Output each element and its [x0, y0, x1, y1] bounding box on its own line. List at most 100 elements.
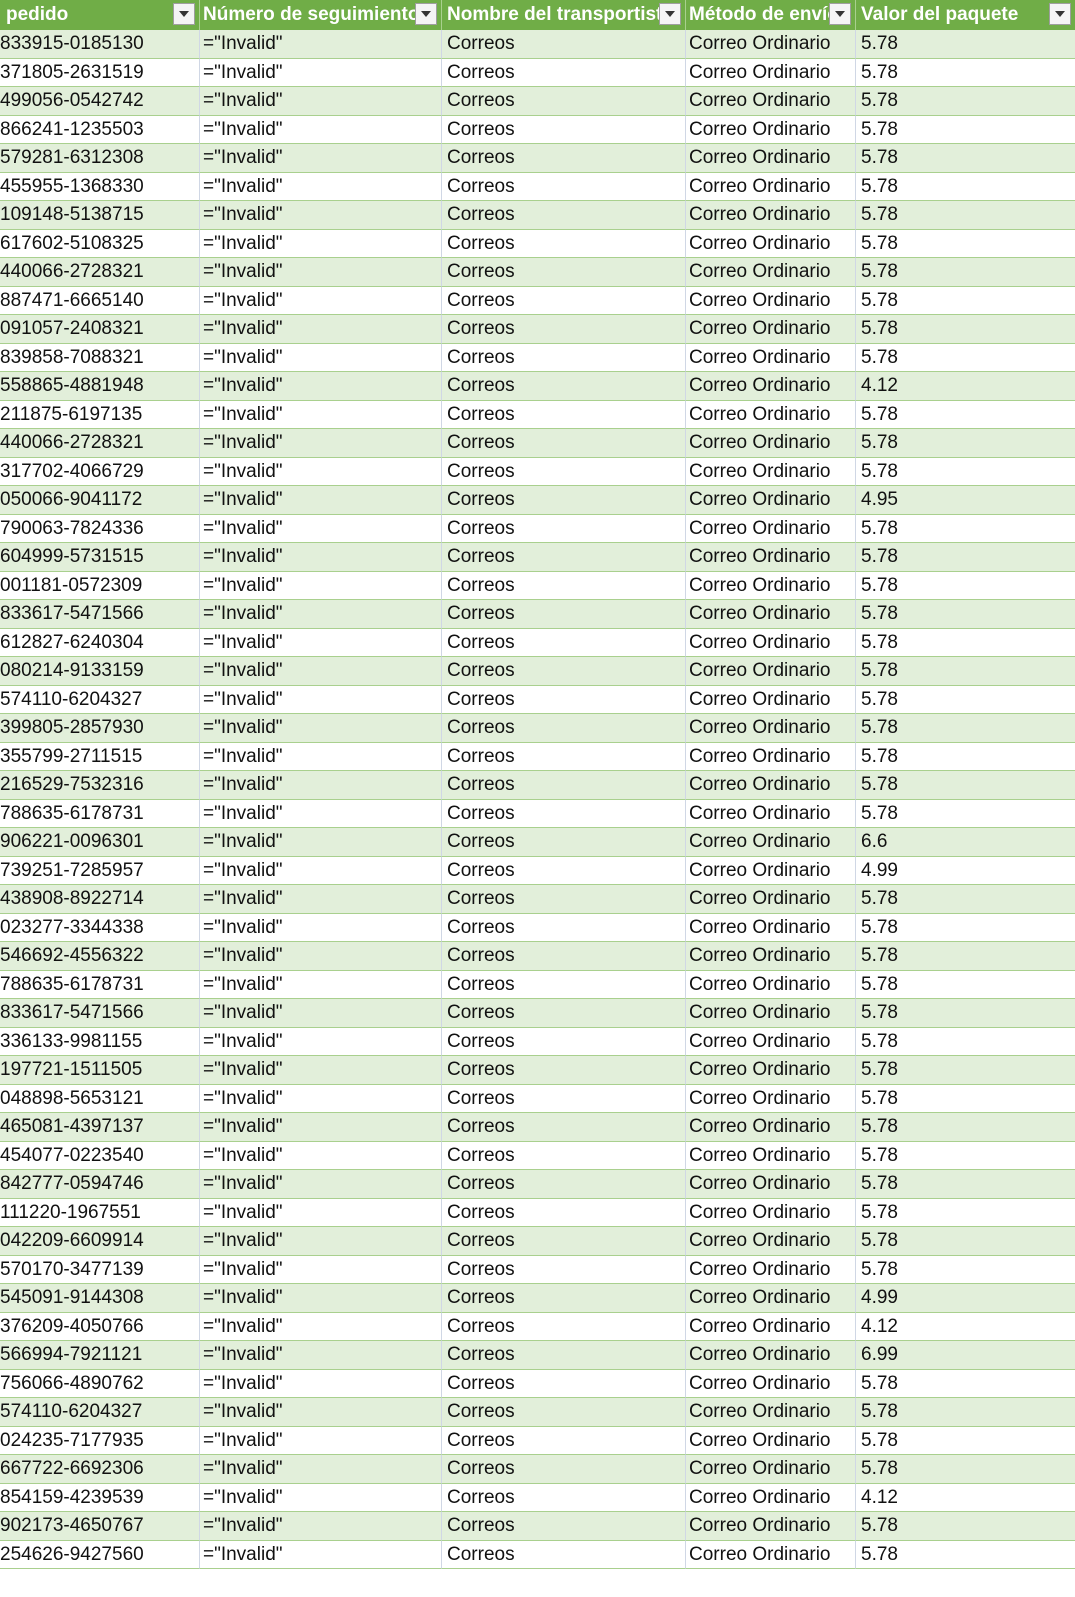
carrier-cell[interactable]: Correos — [442, 1027, 686, 1056]
order-cell[interactable]: 317702-4066729 — [0, 457, 200, 486]
carrier-cell[interactable]: Correos — [442, 1426, 686, 1455]
column-header-carrier-name[interactable]: Nombre del transportista — [442, 0, 686, 30]
carrier-cell[interactable]: Correos — [442, 543, 686, 572]
tracking-number-cell[interactable]: ="Invalid" — [200, 1198, 442, 1227]
package-value-cell[interactable]: 5.78 — [856, 1398, 1075, 1427]
order-cell[interactable]: 376209-4050766 — [0, 1312, 200, 1341]
tracking-number-cell[interactable]: ="Invalid" — [200, 828, 442, 857]
tracking-number-cell[interactable]: ="Invalid" — [200, 1540, 442, 1569]
order-cell[interactable]: 499056-0542742 — [0, 87, 200, 116]
package-value-cell[interactable]: 6.99 — [856, 1341, 1075, 1370]
package-value-cell[interactable]: 5.78 — [856, 1455, 1075, 1484]
tracking-number-cell[interactable]: ="Invalid" — [200, 201, 442, 230]
carrier-cell[interactable]: Correos — [442, 229, 686, 258]
package-value-cell[interactable]: 5.78 — [856, 401, 1075, 429]
carrier-cell[interactable]: Correos — [442, 1369, 686, 1398]
column-header-pedido[interactable]: pedido — [0, 0, 200, 30]
shipping-method-cell[interactable]: Correo Ordinario — [686, 657, 856, 686]
tracking-number-cell[interactable]: ="Invalid" — [200, 799, 442, 828]
carrier-cell[interactable]: Correos — [442, 828, 686, 857]
tracking-number-cell[interactable]: ="Invalid" — [200, 115, 442, 144]
carrier-cell[interactable]: Correos — [442, 286, 686, 315]
package-value-cell[interactable]: 4.99 — [856, 857, 1075, 885]
package-value-cell[interactable]: 5.78 — [856, 287, 1075, 315]
package-value-cell[interactable]: 5.78 — [856, 116, 1075, 144]
shipping-method-cell[interactable]: Correo Ordinario — [686, 685, 856, 714]
shipping-method-cell[interactable]: Correo Ordinario — [686, 600, 856, 629]
order-cell[interactable]: 211875-6197135 — [0, 400, 200, 429]
package-value-cell[interactable]: 5.78 — [856, 1142, 1075, 1170]
order-cell[interactable]: 833617-5471566 — [0, 600, 200, 629]
tracking-number-cell[interactable]: ="Invalid" — [200, 514, 442, 543]
tracking-number-cell[interactable]: ="Invalid" — [200, 400, 442, 429]
tracking-number-cell[interactable]: ="Invalid" — [200, 856, 442, 885]
package-value-cell[interactable]: 5.78 — [856, 344, 1075, 372]
order-cell[interactable]: 023277-3344338 — [0, 913, 200, 942]
carrier-cell[interactable]: Correos — [442, 1284, 686, 1313]
tracking-number-cell[interactable]: ="Invalid" — [200, 229, 442, 258]
tracking-number-cell[interactable]: ="Invalid" — [200, 742, 442, 771]
tracking-number-cell[interactable]: ="Invalid" — [200, 999, 442, 1028]
tracking-number-cell[interactable]: ="Invalid" — [200, 258, 442, 287]
carrier-cell[interactable]: Correos — [442, 799, 686, 828]
filter-dropdown-icon[interactable] — [829, 3, 851, 25]
carrier-cell[interactable]: Correos — [442, 1113, 686, 1142]
package-value-cell[interactable]: 5.78 — [856, 657, 1075, 686]
package-value-cell[interactable]: 5.78 — [856, 173, 1075, 201]
tracking-number-cell[interactable]: ="Invalid" — [200, 1512, 442, 1541]
tracking-number-cell[interactable]: ="Invalid" — [200, 1141, 442, 1170]
shipping-method-cell[interactable]: Correo Ordinario — [686, 913, 856, 942]
carrier-cell[interactable]: Correos — [442, 628, 686, 657]
order-cell[interactable]: 050066-9041172 — [0, 486, 200, 515]
order-cell[interactable]: 001181-0572309 — [0, 571, 200, 600]
carrier-cell[interactable]: Correos — [442, 315, 686, 344]
order-cell[interactable]: 371805-2631519 — [0, 58, 200, 87]
carrier-cell[interactable]: Correos — [442, 1198, 686, 1227]
package-value-cell[interactable]: 5.78 — [856, 1056, 1075, 1085]
filter-dropdown-icon[interactable] — [415, 3, 437, 25]
package-value-cell[interactable]: 5.78 — [856, 1199, 1075, 1227]
tracking-number-cell[interactable]: ="Invalid" — [200, 1483, 442, 1512]
tracking-number-cell[interactable]: ="Invalid" — [200, 657, 442, 686]
shipping-method-cell[interactable]: Correo Ordinario — [686, 286, 856, 315]
package-value-cell[interactable]: 5.78 — [856, 230, 1075, 258]
carrier-cell[interactable]: Correos — [442, 144, 686, 173]
order-cell[interactable]: 546692-4556322 — [0, 942, 200, 971]
package-value-cell[interactable]: 5.78 — [856, 1512, 1075, 1541]
shipping-method-cell[interactable]: Correo Ordinario — [686, 771, 856, 800]
shipping-method-cell[interactable]: Correo Ordinario — [686, 942, 856, 971]
order-cell[interactable]: 788635-6178731 — [0, 799, 200, 828]
order-cell[interactable]: 906221-0096301 — [0, 828, 200, 857]
package-value-cell[interactable]: 5.78 — [856, 1085, 1075, 1113]
carrier-cell[interactable]: Correos — [442, 1341, 686, 1370]
order-cell[interactable]: 465081-4397137 — [0, 1113, 200, 1142]
order-cell[interactable]: 558865-4881948 — [0, 372, 200, 401]
shipping-method-cell[interactable]: Correo Ordinario — [686, 1455, 856, 1484]
carrier-cell[interactable]: Correos — [442, 571, 686, 600]
package-value-cell[interactable]: 5.78 — [856, 600, 1075, 629]
tracking-number-cell[interactable]: ="Invalid" — [200, 1426, 442, 1455]
shipping-method-cell[interactable]: Correo Ordinario — [686, 1312, 856, 1341]
package-value-cell[interactable]: 5.78 — [856, 429, 1075, 458]
shipping-method-cell[interactable]: Correo Ordinario — [686, 1027, 856, 1056]
package-value-cell[interactable]: 5.78 — [856, 258, 1075, 287]
tracking-number-cell[interactable]: ="Invalid" — [200, 571, 442, 600]
carrier-cell[interactable]: Correos — [442, 856, 686, 885]
tracking-number-cell[interactable]: ="Invalid" — [200, 1056, 442, 1085]
tracking-number-cell[interactable]: ="Invalid" — [200, 942, 442, 971]
order-cell[interactable]: 833915-0185130 — [0, 30, 200, 59]
tracking-number-cell[interactable]: ="Invalid" — [200, 172, 442, 201]
tracking-number-cell[interactable]: ="Invalid" — [200, 144, 442, 173]
package-value-cell[interactable]: 5.78 — [856, 800, 1075, 828]
tracking-number-cell[interactable]: ="Invalid" — [200, 1369, 442, 1398]
order-cell[interactable]: 216529-7532316 — [0, 771, 200, 800]
shipping-method-cell[interactable]: Correo Ordinario — [686, 1113, 856, 1142]
package-value-cell[interactable]: 5.78 — [856, 971, 1075, 999]
tracking-number-cell[interactable]: ="Invalid" — [200, 1084, 442, 1113]
order-cell[interactable]: 756066-4890762 — [0, 1369, 200, 1398]
package-value-cell[interactable]: 5.78 — [856, 885, 1075, 914]
order-cell[interactable]: 091057-2408321 — [0, 315, 200, 344]
tracking-number-cell[interactable]: ="Invalid" — [200, 372, 442, 401]
order-cell[interactable]: 788635-6178731 — [0, 970, 200, 999]
shipping-method-cell[interactable]: Correo Ordinario — [686, 1540, 856, 1569]
